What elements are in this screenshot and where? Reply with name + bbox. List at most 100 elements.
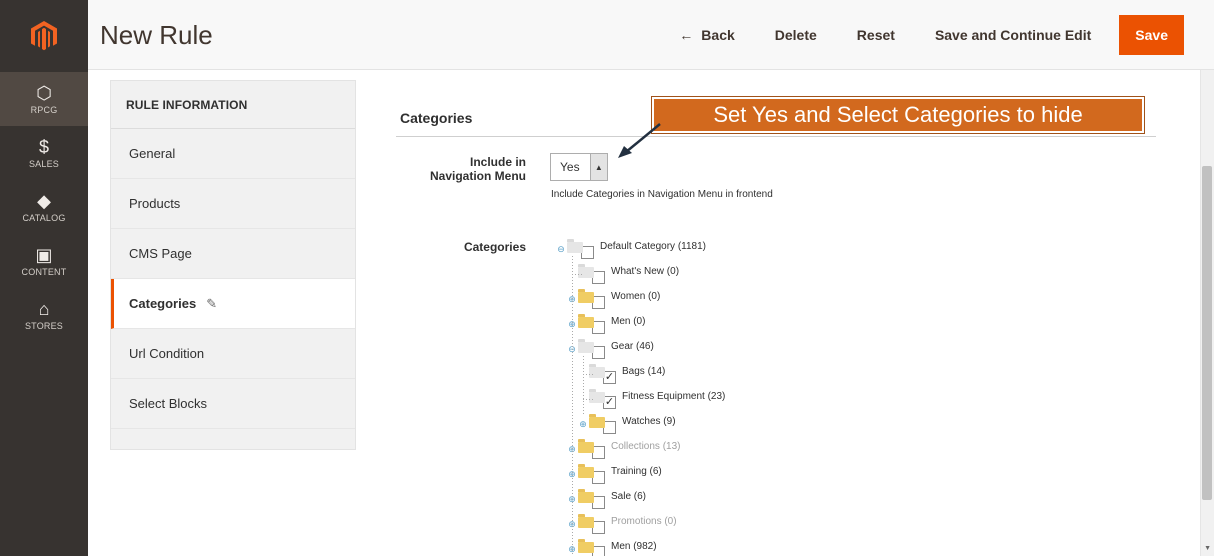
page-scrollbar[interactable]: ▼	[1200, 70, 1214, 556]
category-label[interactable]: Promotions (0)	[611, 516, 677, 527]
section-title: Categories	[400, 110, 473, 126]
include-in-nav-value: Yes	[560, 160, 580, 174]
section-divider	[396, 136, 1156, 137]
tree-connector	[583, 374, 593, 375]
category-tree-item[interactable]: ⊖ Default Category (1181)	[556, 238, 706, 260]
tab-url-condition[interactable]: Url Condition	[111, 329, 355, 379]
tab-categories[interactable]: Categories ✎	[111, 279, 355, 329]
category-tree-item[interactable]: ⊕Collections (13)	[567, 438, 680, 460]
page-title: New Rule	[100, 20, 213, 50]
folder-open-icon	[567, 238, 583, 253]
category-label[interactable]: Gear (46)	[611, 341, 654, 352]
back-button[interactable]: ← Back	[659, 15, 754, 55]
save-button[interactable]: Save	[1119, 15, 1184, 55]
annotation-arrow-icon	[618, 123, 661, 158]
nav-rpcg-icon: ⬡	[36, 83, 52, 103]
categories-label: Categories	[463, 240, 526, 254]
category-tree-item[interactable]: ⊕Training (6)	[567, 463, 662, 485]
category-tree-item[interactable]: ⊕Promotions (0)	[567, 513, 677, 535]
category-label[interactable]: Men (982)	[611, 541, 657, 552]
category-tree-item[interactable]: ⊕Women (0)	[567, 288, 660, 310]
logo[interactable]	[0, 0, 88, 72]
include-in-nav-label: Include in Navigation Menu	[410, 155, 526, 183]
category-tree-item[interactable]: ✓ Fitness Equipment (23)	[578, 388, 725, 410]
save-and-continue-button[interactable]: Save and Continue Edit	[915, 15, 1111, 55]
category-label[interactable]: What's New (0)	[611, 266, 679, 277]
nav-item-label: SALES	[28, 159, 60, 169]
include-label-line-2: Navigation Menu	[429, 169, 526, 183]
category-label[interactable]: Default Category (1181)	[600, 241, 706, 252]
category-tree-item[interactable]: ⊕Men (0)	[567, 313, 645, 335]
scrollbar-thumb[interactable]	[1202, 166, 1212, 500]
folder-icon	[578, 538, 594, 553]
tab-label: General	[129, 146, 176, 161]
folder-open-icon	[578, 338, 594, 353]
annotation-callout: Set Yes and Select Categories to hide	[651, 96, 1145, 134]
include-in-nav-select[interactable]: Yes ▲	[550, 153, 608, 181]
include-label-line-1: Include in	[469, 155, 526, 169]
category-tree-item[interactable]: ⊕ Watches (9)	[578, 413, 676, 435]
tab-cms-page[interactable]: CMS Page	[111, 229, 355, 279]
category-label[interactable]: Men (0)	[611, 316, 645, 327]
tab-label: CMS Page	[129, 246, 192, 261]
nav-catalog-icon: ◆	[37, 191, 51, 211]
tree-connector	[583, 399, 593, 400]
nav-item-stores[interactable]: ⌂ STORES	[0, 288, 88, 342]
arrow-left-icon: ←	[679, 27, 694, 43]
folder-icon	[578, 313, 594, 328]
reset-button[interactable]: Reset	[837, 15, 915, 55]
tree-connector	[572, 274, 582, 275]
folder-open-icon	[578, 263, 594, 278]
magento-logo-icon	[31, 21, 57, 51]
nav-sales-icon: $	[38, 137, 49, 157]
category-label[interactable]: Fitness Equipment (23)	[622, 391, 725, 402]
category-label[interactable]: Bags (14)	[622, 366, 665, 377]
folder-icon	[578, 463, 594, 478]
folder-open-icon	[589, 363, 605, 378]
nav-item-rpcg[interactable]: ⬡ RPCG	[0, 72, 88, 126]
scroll-down-icon[interactable]: ▼	[1204, 545, 1211, 552]
include-in-nav-note: Include Categories in Navigation Menu in…	[551, 189, 773, 200]
delete-button[interactable]: Delete	[755, 15, 837, 55]
category-tree-item[interactable]: ⊖Gear (46)	[567, 338, 654, 360]
nav-item-label: CATALOG	[22, 213, 66, 223]
tabs-heading: RULE INFORMATION	[111, 81, 355, 129]
nav-item-sales[interactable]: $ SALES	[0, 126, 88, 180]
folder-icon	[578, 288, 594, 303]
expand-icon[interactable]: ⊕	[578, 419, 588, 429]
category-label[interactable]: Women (0)	[611, 291, 660, 302]
back-label: Back	[701, 27, 735, 43]
collapse-icon[interactable]: ⊖	[556, 244, 566, 254]
category-tree: ⊖Default Category (1181)What's New (0)⊕W…	[556, 238, 856, 556]
folder-icon	[578, 488, 594, 503]
tree-connector	[583, 356, 584, 416]
tab-label: Products	[129, 196, 181, 211]
folder-icon	[578, 438, 594, 453]
folder-icon	[589, 413, 605, 428]
category-label[interactable]: Training (6)	[611, 466, 662, 477]
nav-item-content[interactable]: ▣ CONTENT	[0, 234, 88, 288]
nav-content-icon: ▣	[35, 245, 53, 265]
category-label[interactable]: Sale (6)	[611, 491, 646, 502]
tab-label: Url Condition	[129, 346, 205, 361]
nav-item-label: RPCG	[30, 105, 58, 115]
category-tree-item[interactable]: What's New (0)	[567, 263, 679, 285]
pencil-icon: ✎	[206, 295, 218, 311]
nav-stores-icon: ⌂	[38, 299, 50, 319]
nav-item-label: CONTENT	[21, 267, 67, 277]
rule-information-tabs: RULE INFORMATION General Products CMS Page…	[110, 80, 356, 450]
category-label[interactable]: Watches (9)	[622, 416, 676, 427]
category-label[interactable]: Collections (13)	[611, 441, 680, 452]
tab-products[interactable]: Products	[111, 179, 355, 229]
tab-select-blocks[interactable]: Select Blocks	[111, 379, 355, 429]
nav-item-catalog[interactable]: ◆ CATALOG	[0, 180, 88, 234]
category-tree-item[interactable]: ⊕Sale (6)	[567, 488, 646, 510]
tab-general[interactable]: General	[111, 129, 355, 179]
folder-open-icon	[589, 388, 605, 403]
page-header: New Rule ← Back Delete Reset Save and Con…	[88, 0, 1214, 70]
folder-icon	[578, 513, 594, 528]
admin-menu: ⬡ RPCG $ SALES ◆ CATALOG ▣ CONTENT ⌂ STORES	[0, 0, 88, 556]
tab-label: Categories	[129, 296, 197, 311]
category-tree-item[interactable]: ⊕Men (982)	[567, 538, 657, 556]
nav-item-label: STORES	[24, 321, 64, 331]
